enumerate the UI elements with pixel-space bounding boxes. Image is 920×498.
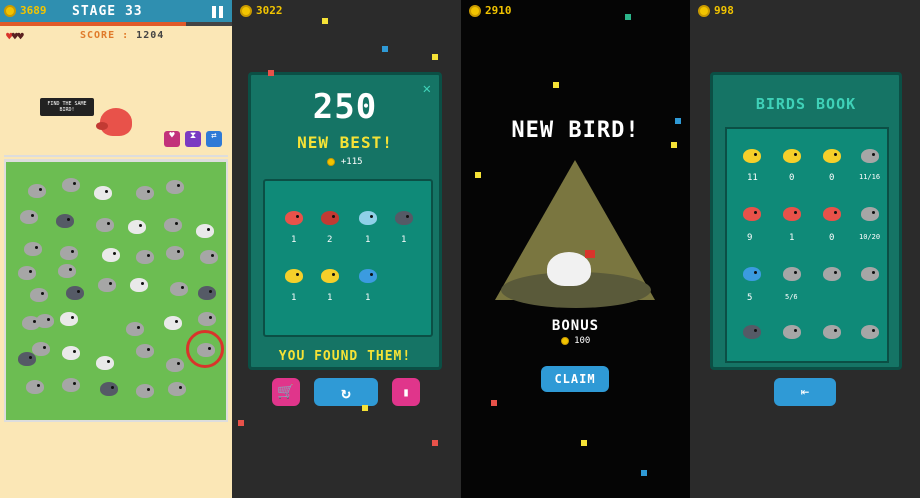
- coin-counter: 3022: [240, 4, 283, 17]
- found-count: 1: [365, 235, 371, 245]
- found-banner: YOU FOUND THEM!: [278, 349, 412, 364]
- game-board-screen: 3689 STAGE 33 ♥♥♥ SCORE : 1204 FIND THE …: [0, 0, 232, 498]
- coin-icon: [469, 4, 481, 17]
- pause-button[interactable]: [212, 6, 224, 18]
- bonus-value: 100: [461, 336, 690, 346]
- powerup-heart[interactable]: ♥: [164, 131, 180, 147]
- found-birds-box: 1 2 1 1 1 1 1: [263, 179, 433, 337]
- bonus-label: BONUS: [551, 318, 600, 334]
- coin-icon: [698, 4, 710, 17]
- book-icon: ▮: [402, 385, 410, 399]
- new-bird-title: NEW BIRD!: [511, 118, 640, 143]
- stage-title: STAGE 33: [72, 4, 143, 19]
- birds-book-screen: 998 BIRDS BOOK 11 0 0 11/16 9 1 0 10/20 …: [690, 0, 920, 498]
- back-arrow-icon: ⇤: [800, 384, 810, 400]
- result-card: ✕ 250 NEW BEST! +115 1 2 1 1 1 1 1 YOU F…: [248, 72, 442, 370]
- coin-icon: [560, 336, 569, 345]
- powerup-hourglass[interactable]: ⧗: [185, 131, 201, 147]
- coin-icon: [327, 157, 336, 166]
- coin-icon: [240, 4, 252, 17]
- shop-button[interactable]: 🛒: [272, 378, 300, 406]
- speech-bubble: FIND THE SAME BIRD!: [40, 98, 94, 116]
- claim-button[interactable]: CLAIM: [541, 366, 609, 392]
- powerup-shuffle[interactable]: ⇄: [206, 131, 222, 147]
- book-button[interactable]: ▮: [392, 378, 420, 406]
- found-count: 1: [401, 235, 407, 245]
- result-screen: 3022 ✕ 250 NEW BEST! +115 1 2 1 1 1 1 1 …: [232, 0, 461, 498]
- found-count: 2: [327, 235, 333, 245]
- replay-icon: ↻: [341, 382, 351, 402]
- stage-progress-bar: [0, 22, 232, 26]
- target-bird: [96, 108, 132, 136]
- found-count: 1: [291, 293, 297, 303]
- found-bird-marker[interactable]: [186, 330, 224, 368]
- book-title: BIRDS BOOK: [755, 95, 857, 113]
- coins-earned: +115: [251, 157, 439, 167]
- coin-counter: 3689: [4, 4, 47, 17]
- coin-counter: 998: [698, 4, 734, 17]
- found-count: 1: [365, 293, 371, 303]
- coin-counter: 2910: [469, 4, 512, 17]
- score-display: SCORE : 1204: [80, 30, 165, 41]
- heart-icon: ♥♥: [11, 30, 24, 43]
- lives: ♥♥♥: [6, 30, 24, 43]
- back-button[interactable]: ⇤: [774, 378, 836, 406]
- chicken-bird: [547, 250, 595, 286]
- replay-button[interactable]: ↻: [314, 378, 378, 406]
- book-card: BIRDS BOOK 11 0 0 11/16 9 1 0 10/20 5 5/…: [710, 72, 902, 370]
- new-bird-screen: 2910 NEW BIRD! BONUS 100 CLAIM: [461, 0, 690, 498]
- new-best-label: NEW BEST!: [297, 133, 393, 152]
- book-grid: 11 0 0 11/16 9 1 0 10/20 5 5/6: [725, 127, 889, 363]
- final-score: 250: [312, 87, 378, 127]
- found-count: 1: [327, 293, 333, 303]
- cart-icon: 🛒: [277, 384, 295, 400]
- grass-field: [4, 160, 228, 422]
- found-count: 1: [291, 235, 297, 245]
- coin-icon: [4, 4, 16, 17]
